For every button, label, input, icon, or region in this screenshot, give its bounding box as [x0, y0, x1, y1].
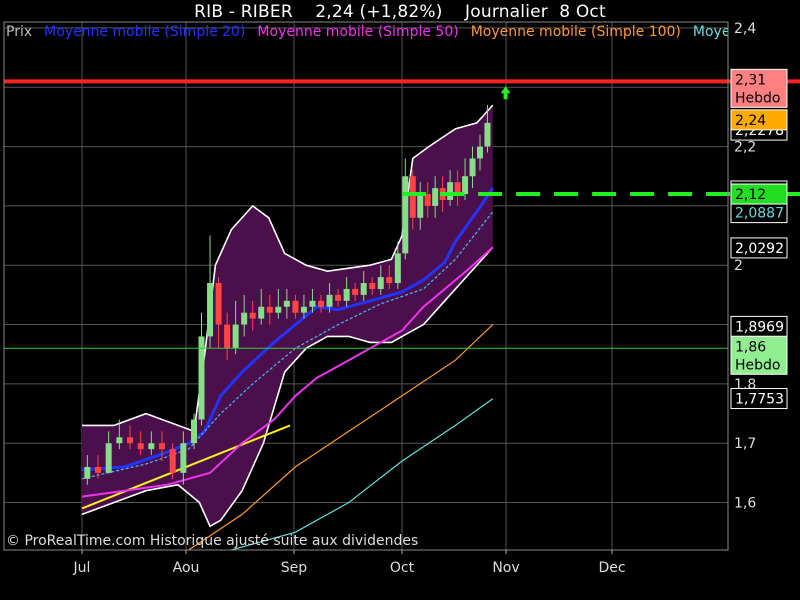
- legend-item: Prix: [6, 24, 33, 40]
- candle-body: [241, 312, 248, 325]
- candle-body: [105, 443, 112, 473]
- candle-body: [417, 194, 424, 218]
- level-tag: 1,86: [735, 339, 766, 355]
- candle-body: [159, 443, 166, 450]
- candle-body: [84, 466, 91, 479]
- candle-body: [447, 182, 454, 200]
- candle-body: [300, 306, 307, 313]
- value-tag: 1,7753: [735, 392, 784, 408]
- level-tag-sub: Hebdo: [735, 90, 780, 106]
- candle-body: [137, 443, 144, 450]
- candle-body: [292, 300, 299, 313]
- candle-body: [224, 324, 231, 349]
- candle-body: [394, 253, 401, 284]
- value-tag: 1,8969: [735, 319, 784, 335]
- candle-body: [484, 122, 491, 147]
- candle-body: [180, 443, 187, 473]
- value-tag: 2,0887: [735, 206, 784, 222]
- candle-body: [169, 449, 176, 473]
- value-tag: 2,0292: [735, 241, 784, 257]
- last-price-tag: 2,24: [735, 113, 766, 129]
- candle-body: [258, 306, 265, 319]
- candle-body: [127, 437, 134, 444]
- candle-body: [215, 283, 222, 325]
- legend-item: Moye: [692, 24, 728, 40]
- candle-body: [462, 176, 469, 195]
- copyright-notice: © ProRealTime.com Historique ajusté suit…: [6, 533, 419, 549]
- candle-body: [432, 188, 439, 206]
- chart-title: RIB - RIBER 2,24 (+1,82%) Journalier 8 O…: [194, 2, 606, 22]
- level-tag: 2,12: [735, 187, 766, 203]
- x-tick-label: Sep: [281, 560, 308, 576]
- x-tick-label: Oct: [390, 560, 415, 576]
- candle-body: [207, 283, 214, 337]
- legend-item: Moyenne mobile (Simple 20): [44, 24, 246, 40]
- candle-body: [402, 176, 409, 254]
- y-tick-label: 2: [734, 258, 743, 274]
- candle-body: [326, 294, 333, 307]
- candle-body: [386, 277, 393, 284]
- price-chart: 1,61,71,82,22,42Jul Aou Sep Oct Nov Dec 2,227…: [0, 0, 800, 600]
- x-tick-label: Dec: [598, 560, 625, 576]
- candle-body: [148, 443, 155, 450]
- candle-body: [283, 300, 290, 307]
- candle-body: [95, 466, 102, 473]
- level-tag: 2,31: [735, 72, 766, 88]
- candle-body: [249, 312, 256, 319]
- candle-body: [275, 306, 282, 313]
- y-tick-label: 1,6: [734, 496, 756, 512]
- value-tags: 2,22782,08872,02921,89691,77532,12852,31…: [730, 68, 788, 410]
- candle-body: [335, 294, 342, 301]
- candle-body: [476, 146, 483, 159]
- candle-body: [369, 283, 376, 289]
- candle-body: [360, 283, 367, 295]
- level-tag-sub: Hebdo: [735, 357, 780, 373]
- candle-body: [191, 419, 198, 444]
- candle-body: [116, 437, 123, 444]
- candle-body: [343, 288, 350, 301]
- candle-body: [309, 300, 316, 307]
- candle-body: [318, 300, 325, 307]
- x-tick-label: Aou: [173, 560, 200, 576]
- candle-body: [266, 306, 273, 313]
- legend-item: Moyenne mobile (Simple 50): [257, 24, 459, 40]
- y-tick-label: 2,2: [734, 140, 756, 156]
- candle-body: [377, 277, 384, 289]
- x-tick-label: Nov: [492, 560, 519, 576]
- y-tick-label: 1,7: [734, 436, 756, 452]
- x-tick-label: Jul: [73, 560, 91, 576]
- candle-body: [409, 176, 416, 218]
- y-tick-label: 2,4: [734, 21, 756, 37]
- candle-body: [232, 324, 239, 349]
- legend-item: Moyenne mobile (Simple 100): [470, 24, 681, 40]
- candle-body: [198, 336, 205, 420]
- legend: Prix Moyenne mobile (Simple 20) Moyenne mo…: [6, 24, 728, 40]
- candle-body: [352, 288, 359, 295]
- candle-body: [469, 158, 476, 177]
